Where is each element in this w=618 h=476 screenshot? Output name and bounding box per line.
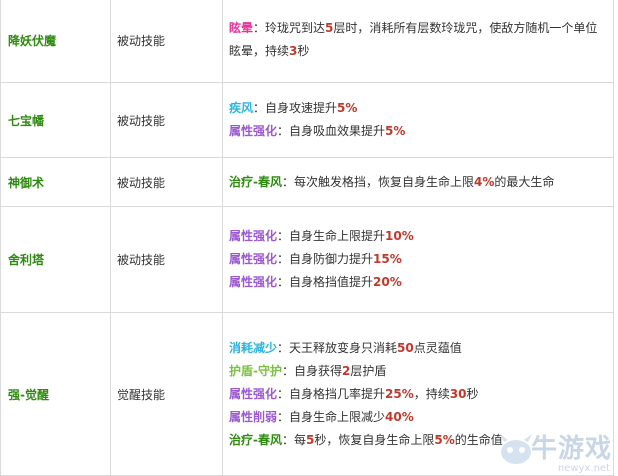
effect-keyword: 护盾-守护 [229, 363, 282, 378]
effect-value: 25% [385, 386, 414, 401]
skill-name: 舍利塔 [0, 206, 111, 313]
effect-value: 40% [385, 409, 414, 424]
effect-value: 5% [434, 432, 455, 447]
effect-text: ：玲珑咒到达 [253, 21, 326, 35]
effect-text: ：天王释放变身只消耗 [277, 340, 398, 355]
effect-text: ：每次触发格挡，恢复自身生命上限 [281, 174, 474, 189]
effect-line: 眩晕，持续3秒 [229, 40, 609, 63]
effect-text: ，持续 [413, 386, 450, 401]
effect-text: ：自身防御力提升 [277, 252, 374, 266]
effect-line: 护盾-守护：自身获得2层护盾 [229, 360, 609, 383]
effect-text: ：自身生命上限提升 [277, 229, 386, 243]
effect-line: 疾风：自身攻速提升5% [229, 97, 609, 120]
effect-line: 属性强化：自身生命上限提升10% [229, 225, 609, 248]
watermark-url: newyx.net [557, 463, 610, 474]
effect-keyword: 属性强化 [229, 124, 278, 138]
effect-text: ：自身格挡值提升 [277, 275, 374, 289]
effect-keyword: 治疗-春风 [229, 432, 282, 447]
effect-line: 眩晕：玲珑咒到达5层时，消耗所有层数玲珑咒，使敌方随机一个单位 [229, 17, 609, 40]
skill-row: 神御术 被动技能 治疗-春风：每次触发格挡，恢复自身生命上限4%的最大生命 [0, 157, 614, 207]
skill-row: 舍利塔 被动技能 属性强化：自身生命上限提升10% 属性强化：自身防御力提升15% 属性… [0, 206, 614, 313]
watermark: 牛游戏 newyx.net [496, 426, 614, 474]
effect-value: 30 [449, 386, 467, 401]
effect-text: ：自身格挡几率提升 [277, 386, 386, 401]
effect-line: 属性强化：自身吸血效果提升5% [229, 120, 609, 143]
skill-description: 疾风：自身攻速提升5% 属性强化：自身吸血效果提升5% [222, 82, 614, 158]
effect-keyword: 治疗-春风 [229, 174, 282, 189]
watermark-text: 牛游戏 [530, 434, 612, 464]
skill-type: 被动技能 [110, 82, 223, 158]
effect-text: 点灵蕴值 [413, 340, 462, 355]
effect-text: ：每 [281, 432, 306, 447]
skill-name: 降妖伏魔 [0, 0, 111, 83]
skill-name: 神御术 [0, 157, 111, 207]
effect-text: 秒，恢复自身生命上限 [314, 432, 435, 447]
skill-name: 七宝幡 [0, 82, 111, 158]
skill-table-body: 降妖伏魔 被动技能 眩晕：玲珑咒到达5层时，消耗所有层数玲珑咒，使敌方随机一个单位眩… [0, 0, 614, 476]
skill-description: 眩晕：玲珑咒到达5层时，消耗所有层数玲珑咒，使敌方随机一个单位 眩晕，持续3秒 [222, 0, 614, 83]
effect-text: 层时，消耗所有层数玲珑咒，使敌方随机一个单位 [333, 21, 598, 35]
effect-line: 消耗减少：天王释放变身只消耗50点灵蕴值 [229, 337, 609, 360]
skill-type: 被动技能 [110, 157, 223, 207]
effect-value: 20% [373, 275, 402, 289]
effect-keyword: 属性强化 [229, 275, 278, 289]
effect-keyword: 属性强化 [229, 229, 278, 243]
skill-description: 治疗-春风：每次触发格挡，恢复自身生命上限4%的最大生命 [222, 157, 614, 207]
effect-value: 5% [337, 101, 358, 115]
effect-text: 层护盾 [350, 363, 387, 378]
effect-text: 秒 [466, 386, 479, 401]
effect-text: ：自身获得 [281, 363, 342, 378]
effect-keyword: 眩晕 [229, 21, 254, 35]
effect-text: 秒 [297, 44, 310, 58]
effect-text: 的最大生命 [494, 174, 555, 189]
effect-keyword: 疾风 [229, 101, 254, 115]
skill-type: 觉醒技能 [110, 312, 223, 476]
effect-value: 4% [474, 174, 495, 189]
effect-value: 50 [397, 340, 414, 355]
skill-type: 被动技能 [110, 206, 223, 313]
effect-value: 10% [385, 229, 414, 243]
effect-keyword: 属性强化 [229, 252, 278, 266]
skill-row: 降妖伏魔 被动技能 眩晕：玲珑咒到达5层时，消耗所有层数玲珑咒，使敌方随机一个单位眩… [0, 0, 614, 83]
effect-text: ：自身生命上限减少 [277, 409, 386, 424]
effect-line: 属性强化：自身格挡值提升20% [229, 271, 609, 294]
effect-line: 属性强化：自身防御力提升15% [229, 248, 609, 271]
effect-line: 属性强化：自身格挡几率提升25%，持续30秒 [229, 383, 609, 406]
skill-type: 被动技能 [110, 0, 223, 83]
skill-row: 七宝幡 被动技能 疾风：自身攻速提升5% 属性强化：自身吸血效果提升5% [0, 82, 614, 158]
skill-name: 强-觉醒 [0, 312, 111, 476]
effect-text: ：自身吸血效果提升 [277, 124, 386, 138]
effect-text: ：自身攻速提升 [253, 101, 338, 115]
effect-keyword: 属性强化 [229, 386, 278, 401]
skill-description: 属性强化：自身生命上限提升10% 属性强化：自身防御力提升15% 属性强化：自身格挡… [222, 206, 614, 313]
effect-line: 治疗-春风：每次触发格挡，恢复自身生命上限4%的最大生命 [229, 171, 609, 194]
effect-text: 眩晕，持续 [229, 44, 290, 58]
effect-keyword: 属性削弱 [229, 409, 278, 424]
skill-table: 降妖伏魔 被动技能 眩晕：玲珑咒到达5层时，消耗所有层数玲珑咒，使敌方随机一个单位眩… [0, 0, 614, 476]
effect-value: 5% [385, 124, 406, 138]
effect-value: 15% [373, 252, 402, 266]
effect-keyword: 消耗减少 [229, 340, 278, 355]
